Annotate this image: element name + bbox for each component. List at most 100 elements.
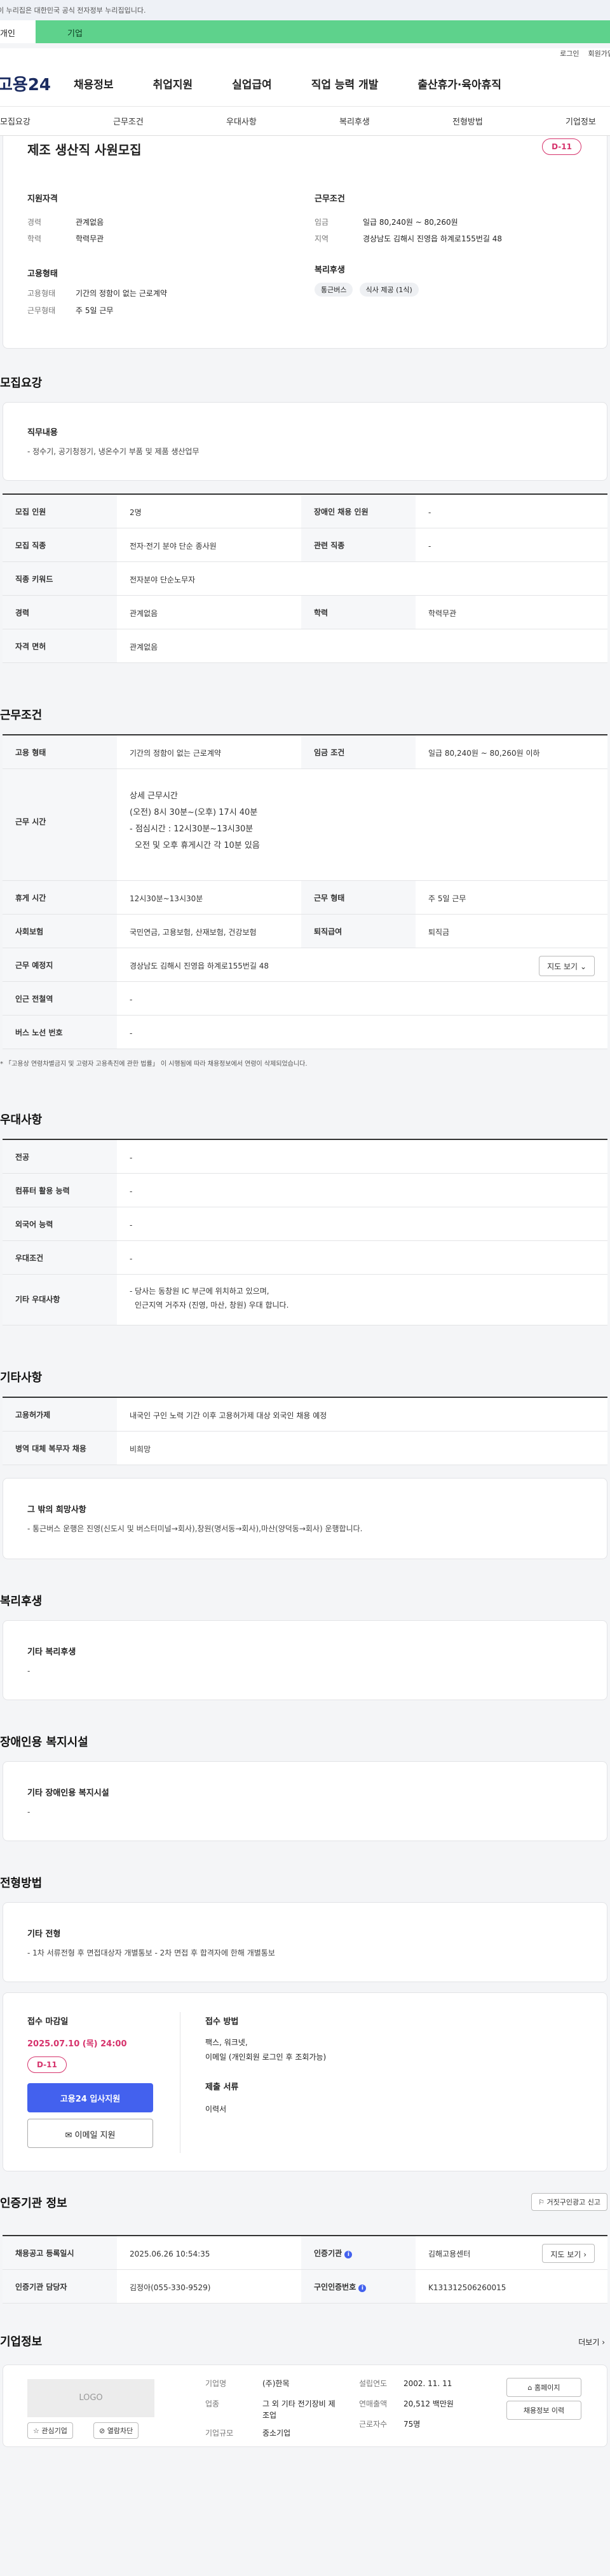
- company-logo: LOGO: [27, 2379, 154, 2417]
- block-company-button[interactable]: ⊘ 열람차단: [93, 2422, 139, 2439]
- table-row: 고용 형태 기간의 정함이 없는 근로계약 임금 조건 일급 80,240원 ~…: [3, 735, 607, 769]
- subnav-recruit[interactable]: 모집요강: [0, 115, 113, 127]
- gnb-item-support[interactable]: 취업지원: [153, 76, 193, 91]
- company-emp-value: 75명: [403, 2420, 421, 2429]
- welfare-box-body: -: [27, 1667, 30, 1675]
- company-more-link[interactable]: 더보기 ›: [578, 2337, 605, 2347]
- info-icon[interactable]: i: [344, 2251, 353, 2258]
- table-cell: 내국인 구인 노력 기간 이후 고용허가제 대상 외국인 채용 예정: [130, 1411, 327, 1420]
- info-icon[interactable]: i: [358, 2284, 367, 2292]
- gnb-item-benefit[interactable]: 실업급여: [232, 76, 272, 91]
- cert-org-label: 인증기관: [314, 2249, 342, 2258]
- company-sales-value: 20,512 백만원: [403, 2399, 454, 2408]
- interest-company-button[interactable]: ☆ 관심기업: [27, 2422, 73, 2439]
- subnav-company[interactable]: 기업정보: [566, 115, 596, 127]
- table-cell: -: [130, 1221, 133, 1230]
- section-nav: 모집요강 근무조건 우대사항 복리후생 전형방법 기업정보: [0, 107, 610, 136]
- table-header: 장애인 채용 인원: [301, 495, 416, 528]
- docs-title: 제출 서류: [205, 2082, 239, 2092]
- employ-title: 고용형태: [27, 269, 58, 279]
- qualification-block: 지원자격 경력 관계없음 학력 학력무관 고용형태 고용형태 기간의 정함이 없는 근…: [27, 192, 301, 320]
- report-fake-ad-button[interactable]: ⚐ 거짓구인광고 신고: [531, 2193, 607, 2211]
- block-company-button-label: 열람차단: [107, 2427, 133, 2435]
- wish-title: 그 밖의 희망사항: [27, 1505, 86, 1515]
- welfare-title: 복리후생: [315, 265, 345, 275]
- pref-section-title: 우대사항: [0, 1113, 43, 1127]
- table-cell: -: [130, 995, 133, 1004]
- company-name-value: (주)한목: [262, 2379, 290, 2388]
- company-info-left: 기업명 (주)한목 업종 그 외 기타 전기장비 제조업 기업규모 중소기업: [205, 2378, 370, 2439]
- cert-map-button[interactable]: 지도 보기 ›: [542, 2244, 595, 2263]
- subnav-pref[interactable]: 우대사항: [226, 115, 339, 127]
- select-section-title: 전형방법: [0, 1877, 43, 1890]
- site-logo[interactable]: 고용24: [0, 72, 74, 95]
- work-time-line: (오전) 8시 30분~(오후) 17시 40분: [130, 808, 258, 817]
- table-row: 모집 직종 전자·전기 분야 단순 종사원 관련 직종 -: [3, 528, 607, 562]
- table-cell: -: [428, 542, 431, 551]
- condition-block: 근무조건 임금 일급 80,240원 ~ 80,260원 지역 경상남도 김해시 진…: [315, 192, 594, 297]
- edu-label: 학력: [27, 234, 42, 244]
- table-header: 전공: [3, 1140, 117, 1173]
- table-cell: 일급 80,240원 ~ 80,260원 이하: [428, 749, 540, 758]
- work-map-button[interactable]: 지도 보기 ⌄: [539, 956, 595, 976]
- table-row: 인증기관 담당자 김정아(055-330-9529) 구인인증번호 i K131…: [3, 2270, 607, 2304]
- home-icon: ⌂: [527, 2384, 532, 2392]
- company-est-value: 2002. 11. 11: [403, 2379, 452, 2388]
- join-link[interactable]: 회원가입: [588, 50, 610, 58]
- wish-body: - 통근버스 운행은 진영(신도시 및 버스터미널→회사),창원(명서동→회사)…: [27, 1524, 363, 1533]
- table-cell: 전자분야 단순노무자: [130, 575, 196, 584]
- table-header: 근무 형태: [301, 881, 416, 914]
- table-header: 병역 대체 복무자 채용: [3, 1432, 117, 1465]
- tab-business[interactable]: 기업: [36, 20, 610, 43]
- employ-value: 기간의 정함이 없는 근로계약: [76, 288, 167, 298]
- work-time-line: 상세 근무시간: [130, 791, 178, 801]
- worktype-label: 근무형태: [27, 306, 56, 316]
- tab-personal[interactable]: 개인: [0, 20, 36, 43]
- wage-value: 일급 80,240원 ~ 80,260원: [363, 218, 458, 227]
- email-apply-button[interactable]: ✉ 이메일 지원: [27, 2119, 153, 2148]
- cert-section-title: 인증기관 정보: [0, 2197, 67, 2210]
- table-cell: 김정아(055-330-9529): [130, 2283, 211, 2292]
- login-link[interactable]: 로그인: [560, 50, 579, 58]
- table-row: 병역 대체 복무자 채용 비희망: [3, 1432, 607, 1465]
- pref-etc-cell: - 당사는 동창원 IC 부근에 위치하고 있으며, 인근지역 거주자 (진영,…: [117, 1275, 607, 1325]
- table-cell: 주 5일 근무: [428, 894, 466, 903]
- company-biz-label: 업종: [205, 2399, 220, 2408]
- table-cell: 2명: [130, 508, 142, 517]
- method-line: 이메일 (개인회원 로그인 후 조회가능): [205, 2052, 327, 2062]
- table-cell: -: [130, 1029, 133, 1038]
- method-block: 접수 방법 팩스, 워크넷, 이메일 (개인회원 로그인 후 조회가능) 제출 …: [205, 2015, 459, 2114]
- table-row: 근무 시간 상세 근무시간 (오전) 8시 30분~(오후) 17시 40분 -…: [3, 769, 607, 881]
- deadline-value: 2025.07.10 (목) 24:00: [27, 2039, 127, 2049]
- table-row: 전공 -: [3, 1140, 607, 1174]
- subnav-select[interactable]: 전형방법: [452, 115, 566, 127]
- table-row: 우대조건 -: [3, 1241, 607, 1275]
- work-time-cell: 상세 근무시간 (오전) 8시 30분~(오후) 17시 40분 - 점심시간 …: [117, 769, 607, 880]
- disabled-box-title: 기타 장애인용 복지시설: [27, 1788, 109, 1798]
- gov-banner-text: 이 누리집은 대한민국 공식 전자정부 누리집입니다.: [0, 6, 146, 15]
- gnb-item-leave[interactable]: 출산휴가·육아휴직: [417, 76, 501, 91]
- table-header: 임금 조건: [301, 735, 416, 768]
- table-cell: 기간의 정함이 없는 근로계약: [130, 749, 221, 758]
- subnav-welfare[interactable]: 복리후생: [339, 115, 452, 127]
- report-fake-ad-button-label: 거짓구인광고 신고: [546, 2198, 600, 2206]
- welfare-box-title: 기타 복리후생: [27, 1647, 76, 1657]
- gov-banner: 이 누리집은 대한민국 공식 전자정부 누리집입니다.: [0, 0, 610, 20]
- wage-label: 임금: [315, 218, 329, 227]
- table-cell: -: [428, 508, 431, 517]
- homepage-button[interactable]: ⌂ 홈페이지: [506, 2378, 581, 2397]
- subnav-work[interactable]: 근무조건: [113, 115, 226, 127]
- company-sales-label: 연매출액: [359, 2399, 388, 2408]
- gnb-item-training[interactable]: 직업 능력 개발: [311, 76, 379, 91]
- interest-company-button-label: 관심기업: [41, 2427, 67, 2435]
- deadline-title: 접수 마감일: [27, 2017, 69, 2027]
- table-header: 채용공고 등록일시: [3, 2236, 117, 2269]
- select-box-body: - 1차 서류전형 후 면접대상자 개별통보 - 2차 면접 후 합격자에 한해…: [27, 1949, 275, 1957]
- company-name-label: 기업명: [205, 2379, 227, 2388]
- edu-value: 학력무관: [76, 234, 104, 244]
- company-card: LOGO ☆ 관심기업 ⊘ 열람차단 기업명 (주)한목 업종 그 외 기타 전기장…: [3, 2365, 607, 2447]
- job-history-button[interactable]: 채용정보 이력: [506, 2401, 581, 2420]
- table-header: 학력: [301, 596, 416, 629]
- gnb-item-jobs[interactable]: 채용정보: [74, 76, 114, 91]
- apply-button[interactable]: 고용24 입사지원: [27, 2083, 153, 2112]
